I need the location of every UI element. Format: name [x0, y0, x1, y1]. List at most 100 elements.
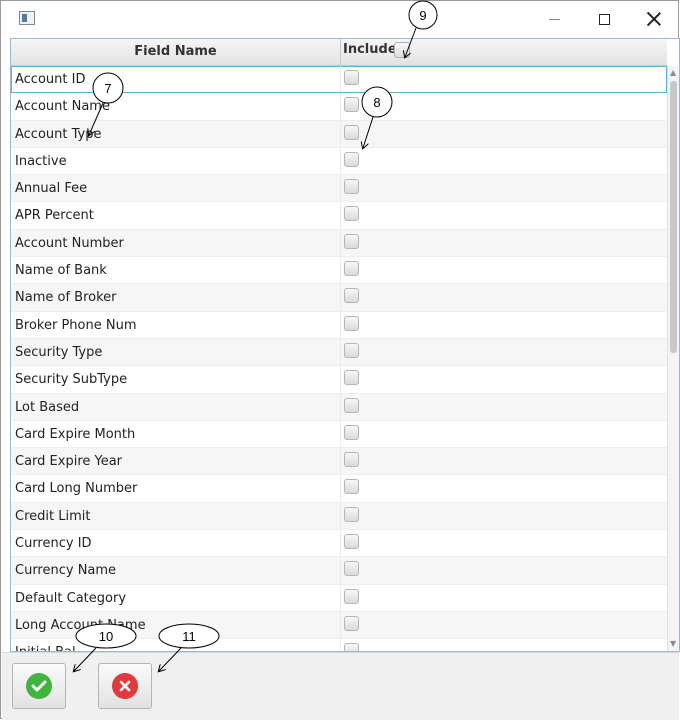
include-checkbox[interactable] — [344, 479, 359, 495]
table-row[interactable]: Annual Fee — [11, 175, 667, 203]
table-row[interactable]: Account Name — [11, 93, 667, 121]
field-name-cell: APR Percent — [15, 208, 94, 224]
fields-table: Field Name Include Account ID Account Nam… — [10, 38, 680, 652]
field-name-cell: Credit Limit — [15, 508, 91, 524]
table-row[interactable]: Broker Phone Num — [11, 311, 667, 339]
include-checkbox[interactable] — [344, 643, 359, 651]
maximize-icon — [598, 13, 610, 25]
table-row[interactable]: Security Type — [11, 338, 667, 367]
field-name-cell: Card Expire Year — [15, 454, 123, 470]
field-name-cell: Inactive — [15, 153, 67, 169]
table-row[interactable]: Name of Bank — [11, 257, 667, 285]
field-name-cell: Currency Name — [15, 563, 117, 579]
include-checkbox[interactable] — [344, 206, 359, 222]
include-checkbox[interactable] — [344, 534, 359, 550]
column-divider — [340, 393, 341, 420]
table-row[interactable]: Account ID — [11, 66, 667, 94]
column-divider — [340, 557, 341, 584]
include-checkbox[interactable] — [344, 151, 359, 167]
include-checkbox[interactable] — [344, 97, 359, 113]
ok-button[interactable] — [12, 663, 66, 709]
scroll-thumb[interactable] — [670, 81, 677, 353]
vertical-scrollbar[interactable]: ▲ ▼ — [667, 66, 679, 651]
table-row[interactable]: Default Category — [11, 584, 667, 612]
table-header: Field Name Include — [11, 39, 667, 66]
column-header-field-name[interactable]: Field Name — [11, 39, 341, 65]
column-divider — [340, 366, 341, 393]
table-row[interactable]: Lot Based — [11, 393, 667, 421]
close-icon — [647, 12, 661, 26]
column-divider — [340, 229, 341, 257]
field-name-cell: Name of Bank — [15, 263, 107, 279]
table-row[interactable]: Card Expire Month — [11, 420, 667, 449]
table-row[interactable]: Currency Name — [11, 557, 667, 585]
column-divider — [340, 257, 341, 284]
column-header-include[interactable]: Include — [341, 39, 667, 65]
table-row[interactable]: Name of Broker — [11, 284, 667, 312]
field-name-cell: Broker Phone Num — [15, 317, 137, 333]
field-name-cell: Account Name — [15, 99, 110, 115]
column-divider — [340, 639, 341, 651]
column-divider — [340, 584, 341, 611]
column-divider — [340, 93, 341, 120]
field-name-cell: Account ID — [15, 72, 86, 87]
include-checkbox[interactable] — [344, 233, 359, 249]
x-icon — [112, 673, 138, 699]
include-checkbox[interactable] — [344, 261, 359, 277]
column-divider — [340, 175, 341, 202]
field-name-cell: Card Long Number — [15, 481, 138, 497]
dialog-window: Field Name Include Account ID Account Nam… — [0, 0, 680, 720]
column-divider — [340, 502, 341, 530]
field-name-cell: Long Account Name — [15, 617, 146, 633]
table-row[interactable]: Card Long Number — [11, 475, 667, 503]
include-checkbox[interactable] — [344, 370, 359, 386]
table-row[interactable]: Account Type — [11, 120, 667, 148]
include-checkbox[interactable] — [344, 452, 359, 468]
include-checkbox[interactable] — [344, 561, 359, 577]
scroll-up-icon[interactable]: ▲ — [670, 69, 676, 77]
field-name-cell: Annual Fee — [15, 181, 88, 197]
checkmark-icon — [26, 673, 52, 699]
table-row[interactable]: Long Account Name — [11, 611, 667, 640]
button-bar — [2, 652, 679, 720]
table-row[interactable]: Card Expire Year — [11, 448, 667, 476]
include-checkbox[interactable] — [344, 70, 359, 85]
table-row[interactable]: Credit Limit — [11, 502, 667, 531]
column-divider — [340, 475, 341, 502]
maximize-button[interactable] — [581, 5, 627, 33]
table-row[interactable]: Inactive — [11, 147, 667, 176]
include-checkbox[interactable] — [344, 315, 359, 331]
include-all-checkbox[interactable] — [394, 42, 410, 58]
include-checkbox[interactable] — [344, 424, 359, 440]
column-divider — [340, 120, 341, 147]
table-row[interactable]: Account Number — [11, 229, 667, 258]
table-row[interactable]: Initial Bal... — [11, 639, 667, 651]
include-checkbox[interactable] — [344, 397, 359, 413]
app-icon — [19, 11, 35, 25]
include-checkbox[interactable] — [344, 179, 359, 195]
include-checkbox[interactable] — [344, 506, 359, 522]
field-name-cell: Currency ID — [15, 536, 92, 552]
field-name-cell: Security SubType — [15, 372, 128, 388]
include-checkbox[interactable] — [344, 588, 359, 604]
close-button[interactable] — [631, 5, 677, 33]
column-divider — [340, 147, 341, 175]
minimize-icon — [548, 18, 560, 20]
column-divider — [340, 611, 341, 639]
field-name-cell: Lot Based — [15, 399, 80, 415]
table-row[interactable]: Security SubType — [11, 366, 667, 394]
include-checkbox[interactable] — [344, 615, 359, 631]
table-row[interactable]: APR Percent — [11, 202, 667, 230]
field-name-cell: Account Number — [15, 235, 124, 251]
title-bar[interactable] — [1, 1, 678, 37]
scroll-down-icon[interactable]: ▼ — [670, 640, 676, 648]
include-checkbox[interactable] — [344, 124, 359, 140]
cancel-button[interactable] — [98, 663, 152, 709]
column-divider — [340, 202, 341, 229]
column-divider — [340, 448, 341, 475]
include-checkbox[interactable] — [344, 288, 359, 304]
minimize-button[interactable] — [531, 5, 577, 33]
include-checkbox[interactable] — [344, 342, 359, 358]
table-row[interactable]: Currency ID — [11, 530, 667, 558]
field-name-cell: Security Type — [15, 344, 103, 360]
